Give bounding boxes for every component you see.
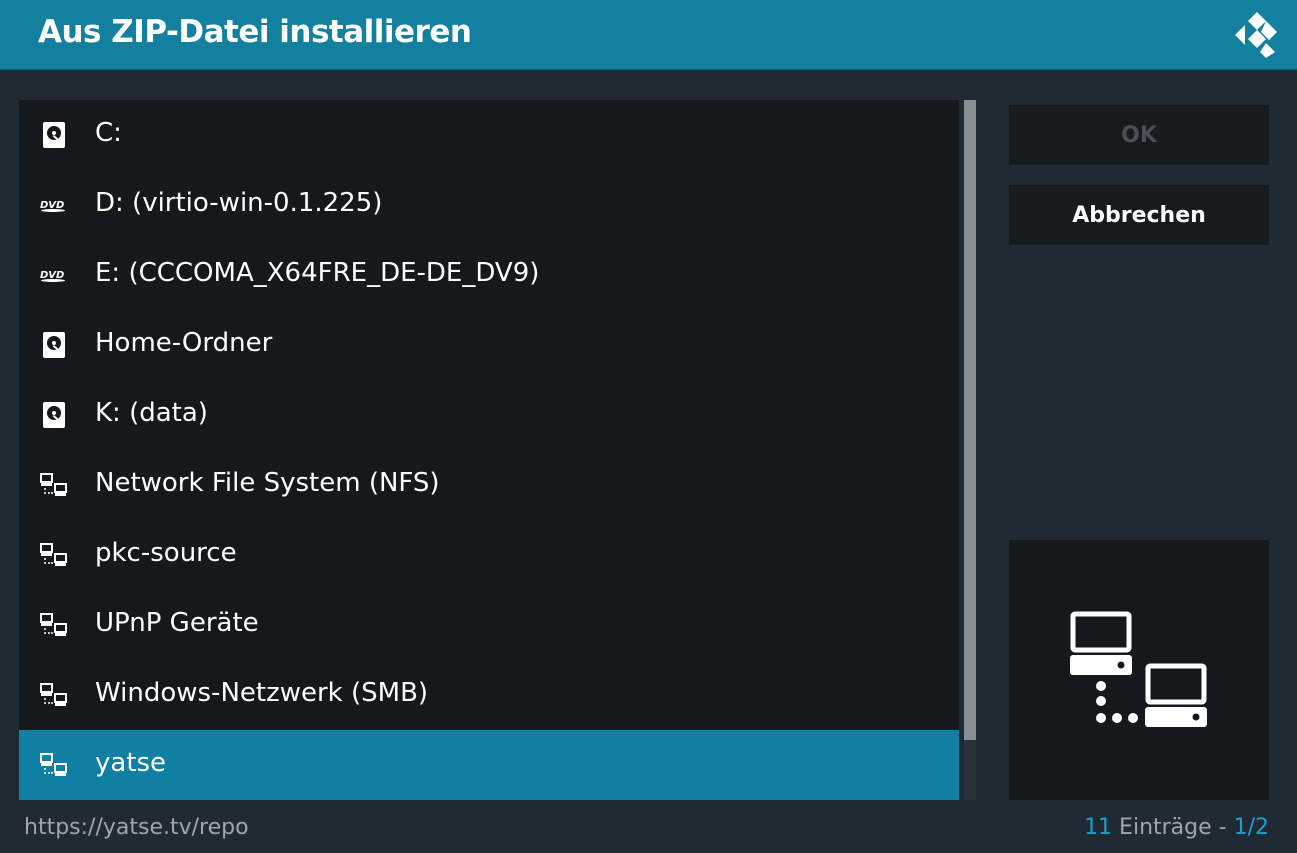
list-item[interactable]: K: (data) — [19, 380, 959, 450]
list-item[interactable]: UPnP Geräte — [19, 590, 959, 660]
list-item[interactable]: C: — [19, 100, 959, 170]
network-icon — [40, 471, 68, 499]
list-item-label: D: (virtio-win-0.1.225) — [95, 188, 383, 218]
list-item-label: UPnP Geräte — [95, 608, 259, 638]
list-item[interactable]: DVD D: (virtio-win-0.1.225) — [19, 170, 959, 240]
network-icon — [40, 541, 68, 569]
list-item[interactable]: pkc-source — [19, 520, 959, 590]
dvd-icon: DVD — [40, 261, 68, 289]
ok-button[interactable]: OK — [1009, 105, 1269, 165]
dialog-header: Aus ZIP-Datei installieren — [0, 0, 1297, 70]
list-item-label: Home-Ordner — [95, 328, 273, 358]
list-item[interactable]: DVD E: (CCCOMA_X64FRE_DE-DE_DV9) — [19, 240, 959, 310]
list-item-label: Network File System (NFS) — [95, 468, 440, 498]
harddisk-icon — [40, 401, 68, 429]
scrollbar[interactable] — [964, 100, 976, 800]
network-icon — [40, 611, 68, 639]
item-count-label: Einträge - — [1112, 815, 1234, 840]
harddisk-icon — [40, 121, 68, 149]
harddisk-icon — [40, 331, 68, 359]
current-path: https://yatse.tv/repo — [24, 815, 249, 840]
list-item[interactable]: Windows-Netzwerk (SMB) — [19, 660, 959, 730]
dvd-icon: DVD — [40, 191, 68, 219]
dialog-window: Aus ZIP-Datei installieren C: DVD D: (vi… — [0, 0, 1297, 853]
page-indicator: 1/2 — [1233, 815, 1269, 840]
network-large-icon — [1070, 611, 1207, 727]
list-item-label: pkc-source — [95, 538, 237, 568]
source-list: C: DVD D: (virtio-win-0.1.225) DVD E: (C… — [19, 100, 959, 800]
list-item-label: E: (CCCOMA_X64FRE_DE-DE_DV9) — [95, 258, 540, 288]
cancel-button[interactable]: Abbrechen — [1009, 185, 1269, 245]
list-item-label: Windows-Netzwerk (SMB) — [95, 678, 429, 708]
kodi-logo-icon — [1235, 12, 1277, 58]
preview-thumbnail — [1009, 540, 1269, 800]
scrollbar-thumb[interactable] — [964, 100, 976, 740]
list-item-selected[interactable]: yatse — [19, 730, 959, 800]
network-icon — [40, 681, 68, 709]
list-item[interactable]: Home-Ordner — [19, 310, 959, 380]
list-item[interactable]: Network File System (NFS) — [19, 450, 959, 520]
item-count-number: 11 — [1084, 815, 1113, 840]
network-icon — [40, 751, 68, 779]
list-item-label: K: (data) — [95, 398, 208, 428]
list-item-label: C: — [95, 118, 122, 148]
item-count: 11 Einträge - 1/2 — [1084, 815, 1269, 840]
list-item-label: yatse — [95, 748, 167, 778]
dialog-title: Aus ZIP-Datei installieren — [38, 14, 472, 50]
